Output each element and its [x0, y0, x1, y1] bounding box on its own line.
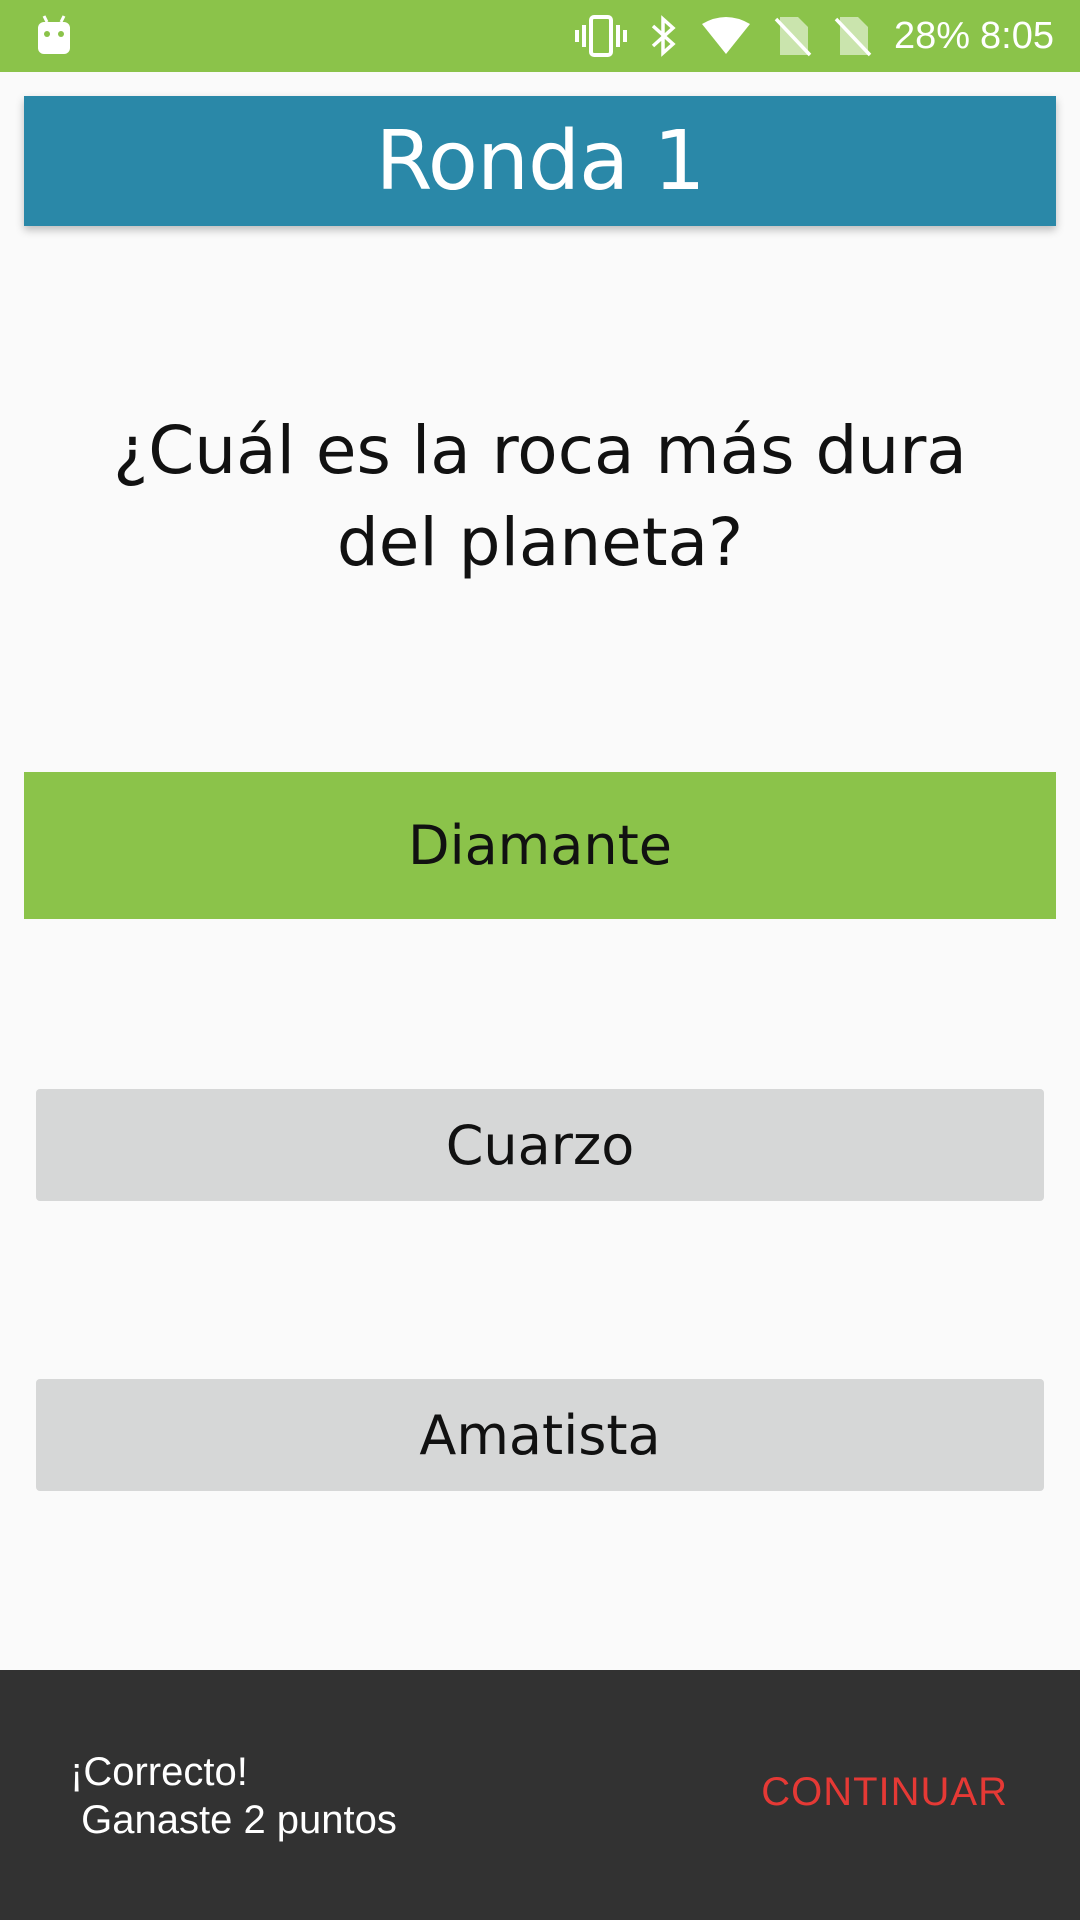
wifi-icon [700, 16, 752, 56]
question-text: ¿Cuál es la roca más dura del planeta? [113, 412, 967, 581]
status-bar: 28% 8:05 [0, 0, 1080, 72]
clock: 8:05 [980, 14, 1054, 57]
snackbar-message: ¡Correcto! Ganaste 2 puntos [70, 1750, 397, 1842]
screen: 28% 8:05 Ronda 1 ¿Cuál es la roca más du… [0, 0, 1080, 1920]
battery-percent: 28% [893, 14, 971, 57]
no-sim-icon [774, 15, 812, 57]
round-header: Ronda 1 [24, 96, 1056, 226]
answer-button-diamante[interactable]: Diamante [24, 772, 1056, 919]
answer-button-amatista[interactable]: Amatista [36, 1379, 1044, 1491]
android-icon [36, 14, 72, 63]
answer-button-cuarzo[interactable]: Cuarzo [36, 1089, 1044, 1201]
vibrate-icon [574, 15, 628, 57]
round-title: Ronda 1 [375, 113, 706, 209]
continue-button[interactable]: CONTINUAR [761, 1770, 1008, 1815]
bluetooth-icon [650, 15, 678, 57]
no-sim-icon [834, 15, 872, 57]
